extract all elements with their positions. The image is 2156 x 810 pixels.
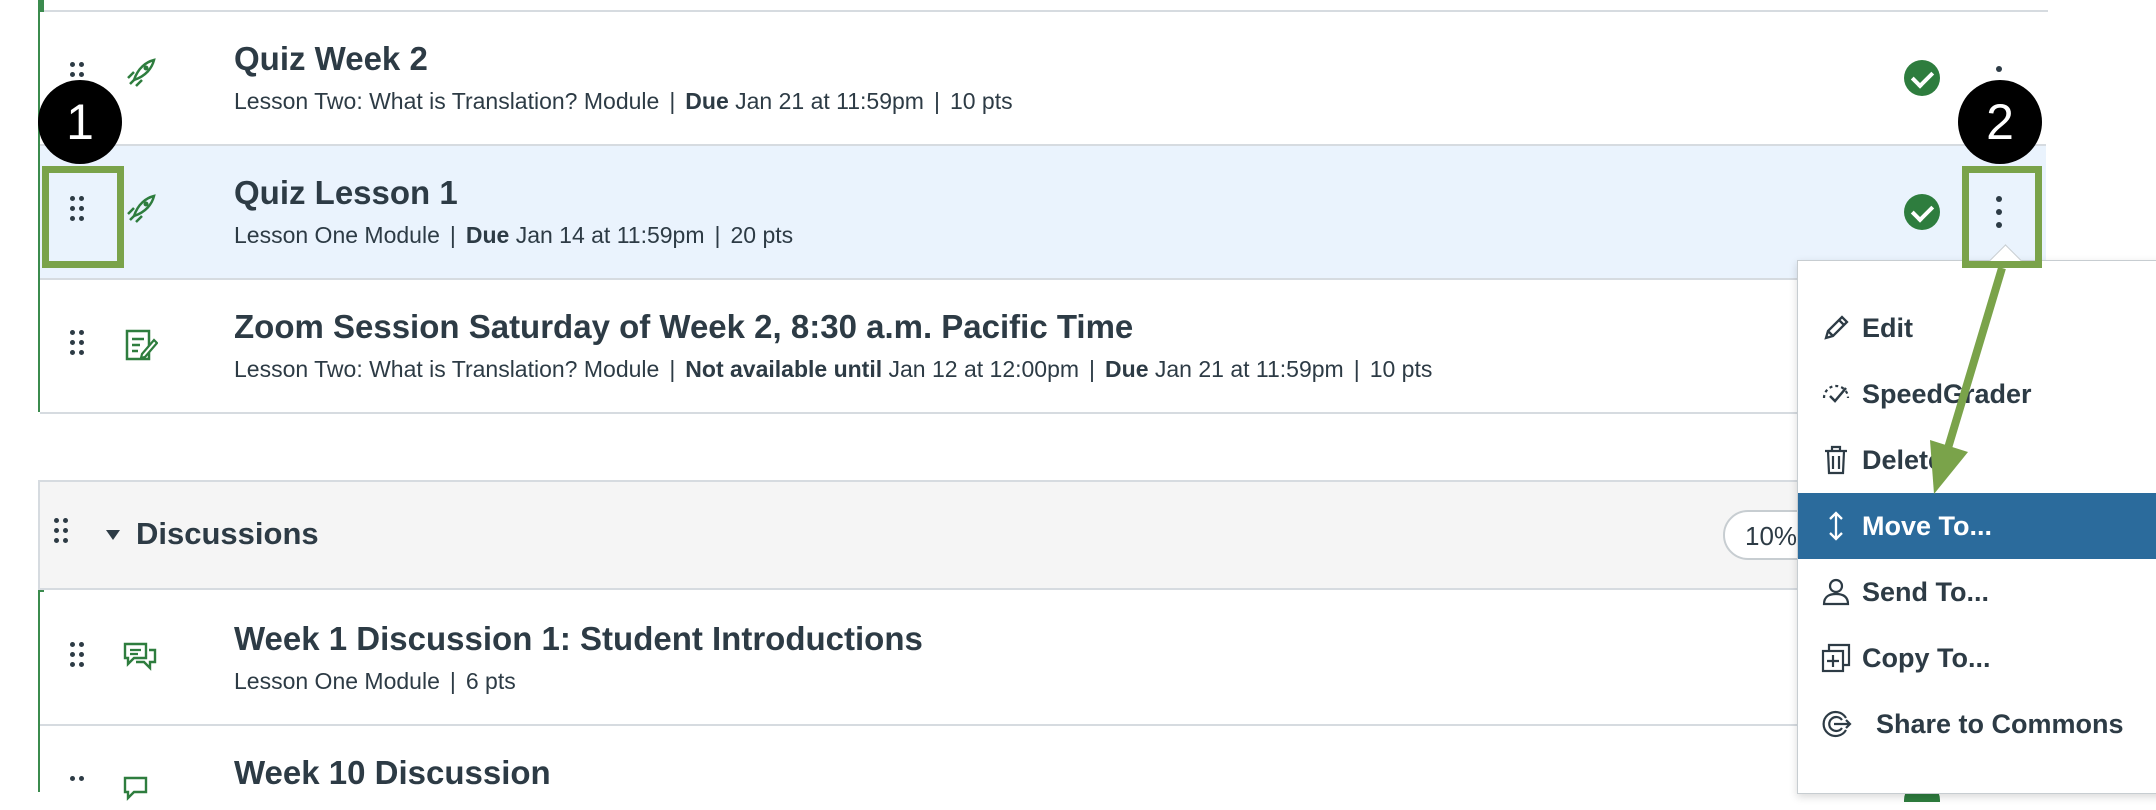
- callout-arrow: [1930, 266, 2006, 494]
